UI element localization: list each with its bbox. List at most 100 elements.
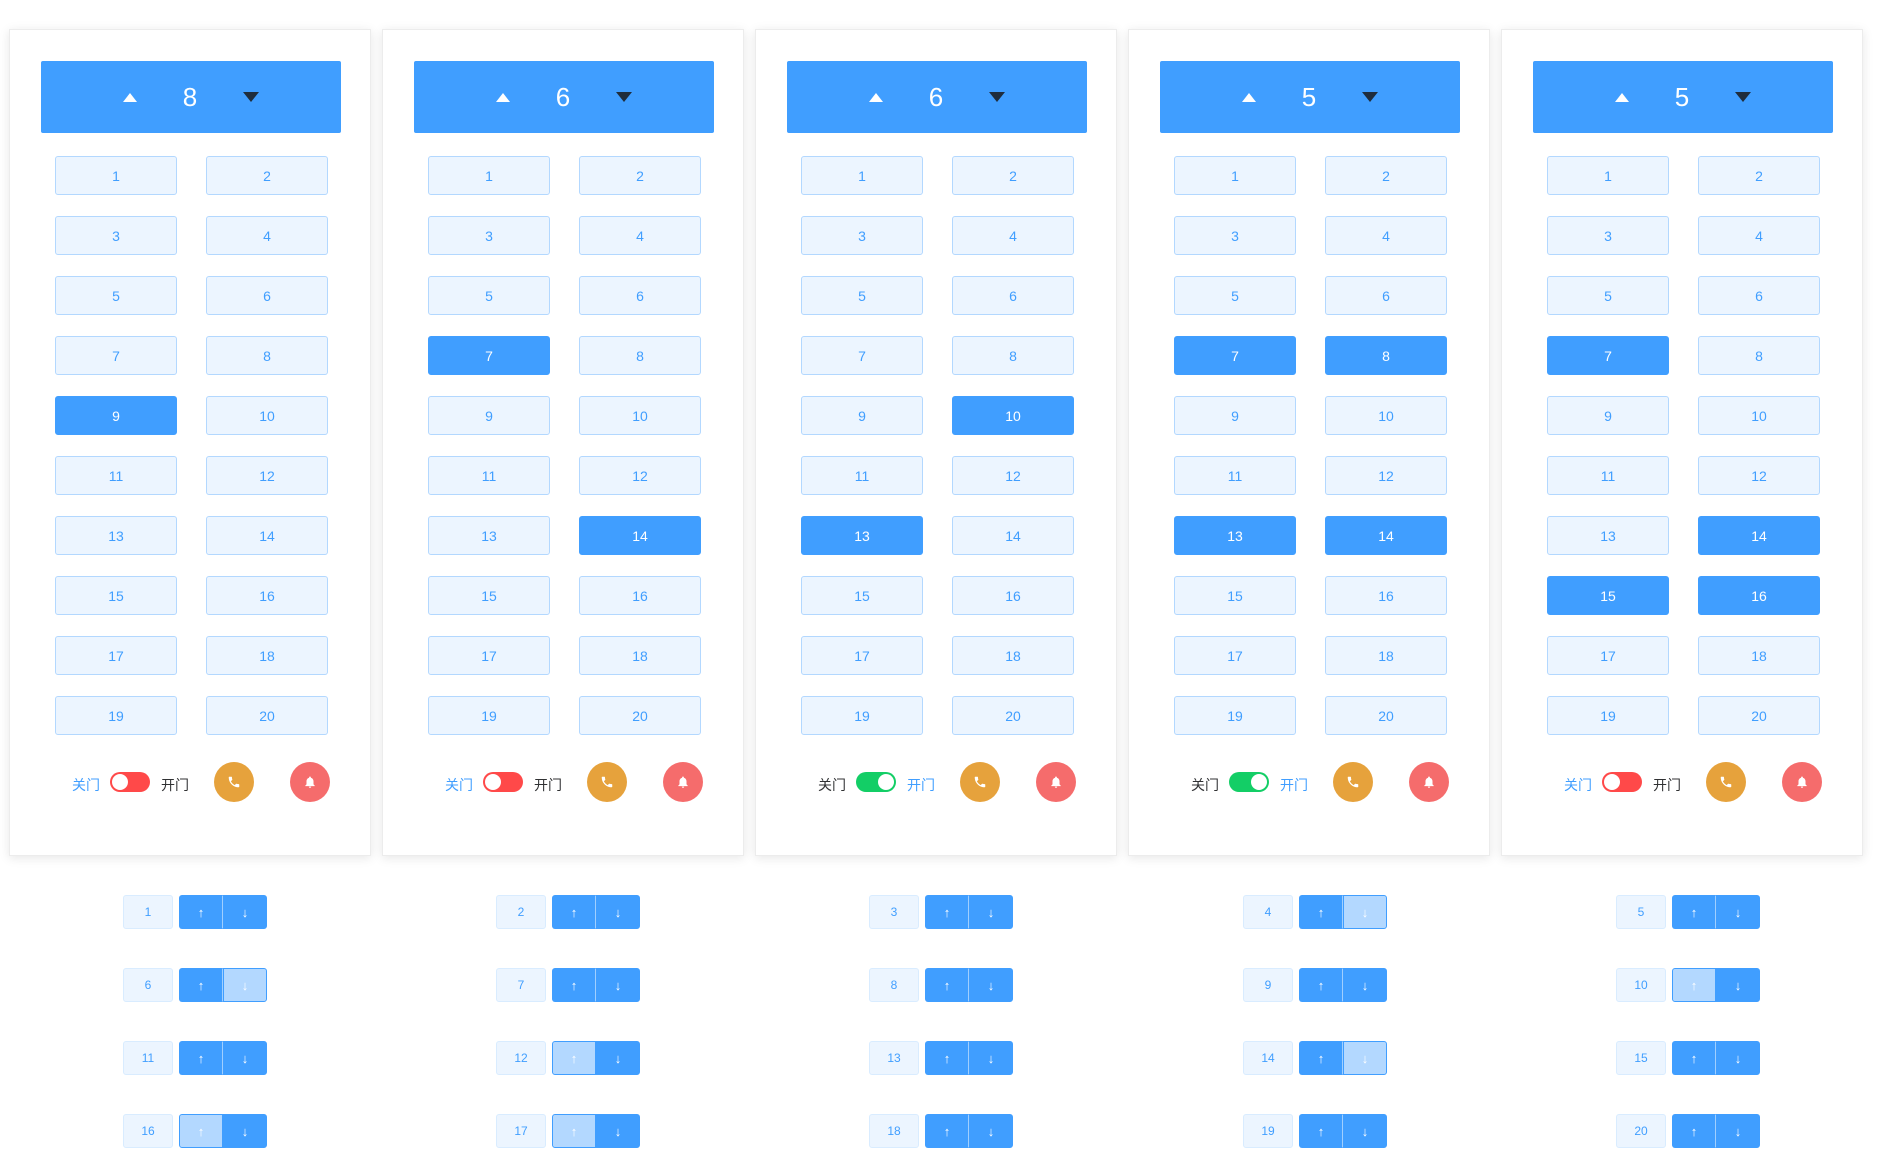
- floor-button[interactable]: 2: [206, 156, 328, 195]
- door-toggle-switch[interactable]: [856, 772, 896, 792]
- floor-button[interactable]: 20: [579, 696, 701, 735]
- floor-button[interactable]: 3: [55, 216, 177, 255]
- hall-down-button[interactable]: ↓: [596, 1114, 640, 1148]
- floor-button[interactable]: 17: [428, 636, 550, 675]
- hall-up-button[interactable]: ↑: [552, 1114, 596, 1148]
- floor-button[interactable]: 3: [1547, 216, 1669, 255]
- floor-button[interactable]: 12: [952, 456, 1074, 495]
- floor-button[interactable]: 12: [579, 456, 701, 495]
- floor-button[interactable]: 10: [952, 396, 1074, 435]
- floor-button[interactable]: 13: [55, 516, 177, 555]
- alarm-button[interactable]: [1409, 762, 1449, 802]
- floor-button[interactable]: 18: [579, 636, 701, 675]
- door-toggle-switch[interactable]: [483, 772, 523, 792]
- floor-button[interactable]: 15: [428, 576, 550, 615]
- hall-up-button[interactable]: ↑: [179, 968, 223, 1002]
- floor-button[interactable]: 10: [1698, 396, 1820, 435]
- hall-up-button[interactable]: ↑: [1299, 895, 1343, 929]
- floor-button[interactable]: 2: [952, 156, 1074, 195]
- hall-up-button[interactable]: ↑: [925, 968, 969, 1002]
- hall-down-button[interactable]: ↓: [1343, 1114, 1387, 1148]
- floor-button[interactable]: 4: [1325, 216, 1447, 255]
- floor-button[interactable]: 15: [801, 576, 923, 615]
- floor-button[interactable]: 4: [1698, 216, 1820, 255]
- floor-button[interactable]: 10: [579, 396, 701, 435]
- floor-button[interactable]: 18: [952, 636, 1074, 675]
- call-button[interactable]: [1333, 762, 1373, 802]
- floor-button[interactable]: 19: [428, 696, 550, 735]
- floor-button[interactable]: 18: [1698, 636, 1820, 675]
- hall-up-button[interactable]: ↑: [1672, 895, 1716, 929]
- hall-up-button[interactable]: ↑: [925, 895, 969, 929]
- floor-button[interactable]: 9: [1174, 396, 1296, 435]
- floor-button[interactable]: 20: [952, 696, 1074, 735]
- hall-down-button[interactable]: ↓: [969, 1041, 1013, 1075]
- floor-button[interactable]: 9: [801, 396, 923, 435]
- hall-up-button[interactable]: ↑: [179, 1114, 223, 1148]
- floor-button[interactable]: 12: [1325, 456, 1447, 495]
- hall-down-button[interactable]: ↓: [223, 968, 267, 1002]
- floor-button[interactable]: 11: [801, 456, 923, 495]
- call-button[interactable]: [960, 762, 1000, 802]
- floor-button[interactable]: 15: [55, 576, 177, 615]
- floor-button[interactable]: 8: [1698, 336, 1820, 375]
- floor-button[interactable]: 14: [1325, 516, 1447, 555]
- floor-button[interactable]: 15: [1547, 576, 1669, 615]
- floor-button[interactable]: 20: [206, 696, 328, 735]
- alarm-button[interactable]: [1782, 762, 1822, 802]
- floor-button[interactable]: 13: [801, 516, 923, 555]
- floor-button[interactable]: 5: [1174, 276, 1296, 315]
- hall-up-button[interactable]: ↑: [1672, 1114, 1716, 1148]
- hall-up-button[interactable]: ↑: [552, 1041, 596, 1075]
- floor-button[interactable]: 5: [428, 276, 550, 315]
- floor-button[interactable]: 1: [55, 156, 177, 195]
- floor-button[interactable]: 8: [206, 336, 328, 375]
- floor-button[interactable]: 16: [1698, 576, 1820, 615]
- hall-down-button[interactable]: ↓: [223, 895, 267, 929]
- alarm-button[interactable]: [290, 762, 330, 802]
- hall-down-button[interactable]: ↓: [1343, 968, 1387, 1002]
- floor-button[interactable]: 13: [1547, 516, 1669, 555]
- floor-button[interactable]: 11: [1547, 456, 1669, 495]
- floor-button[interactable]: 5: [55, 276, 177, 315]
- hall-up-button[interactable]: ↑: [552, 895, 596, 929]
- floor-button[interactable]: 7: [1174, 336, 1296, 375]
- hall-down-button[interactable]: ↓: [1716, 1114, 1760, 1148]
- floor-button[interactable]: 15: [1174, 576, 1296, 615]
- hall-up-button[interactable]: ↑: [179, 1041, 223, 1075]
- floor-button[interactable]: 8: [1325, 336, 1447, 375]
- hall-down-button[interactable]: ↓: [1343, 895, 1387, 929]
- hall-up-button[interactable]: ↑: [1299, 968, 1343, 1002]
- hall-up-button[interactable]: ↑: [925, 1041, 969, 1075]
- floor-button[interactable]: 3: [1174, 216, 1296, 255]
- call-button[interactable]: [1706, 762, 1746, 802]
- call-button[interactable]: [214, 762, 254, 802]
- floor-button[interactable]: 12: [206, 456, 328, 495]
- hall-up-button[interactable]: ↑: [1672, 968, 1716, 1002]
- floor-button[interactable]: 7: [55, 336, 177, 375]
- floor-button[interactable]: 7: [428, 336, 550, 375]
- floor-button[interactable]: 19: [55, 696, 177, 735]
- floor-button[interactable]: 17: [1547, 636, 1669, 675]
- floor-button[interactable]: 14: [952, 516, 1074, 555]
- floor-button[interactable]: 4: [952, 216, 1074, 255]
- floor-button[interactable]: 7: [1547, 336, 1669, 375]
- floor-button[interactable]: 16: [1325, 576, 1447, 615]
- floor-button[interactable]: 17: [1174, 636, 1296, 675]
- hall-up-button[interactable]: ↑: [552, 968, 596, 1002]
- floor-button[interactable]: 16: [579, 576, 701, 615]
- hall-down-button[interactable]: ↓: [1716, 895, 1760, 929]
- floor-button[interactable]: 6: [1698, 276, 1820, 315]
- floor-button[interactable]: 6: [1325, 276, 1447, 315]
- floor-button[interactable]: 16: [952, 576, 1074, 615]
- floor-button[interactable]: 9: [1547, 396, 1669, 435]
- floor-button[interactable]: 4: [206, 216, 328, 255]
- hall-down-button[interactable]: ↓: [223, 1114, 267, 1148]
- floor-button[interactable]: 2: [1698, 156, 1820, 195]
- floor-button[interactable]: 9: [55, 396, 177, 435]
- hall-down-button[interactable]: ↓: [1716, 1041, 1760, 1075]
- alarm-button[interactable]: [1036, 762, 1076, 802]
- floor-button[interactable]: 11: [55, 456, 177, 495]
- floor-button[interactable]: 12: [1698, 456, 1820, 495]
- floor-button[interactable]: 18: [206, 636, 328, 675]
